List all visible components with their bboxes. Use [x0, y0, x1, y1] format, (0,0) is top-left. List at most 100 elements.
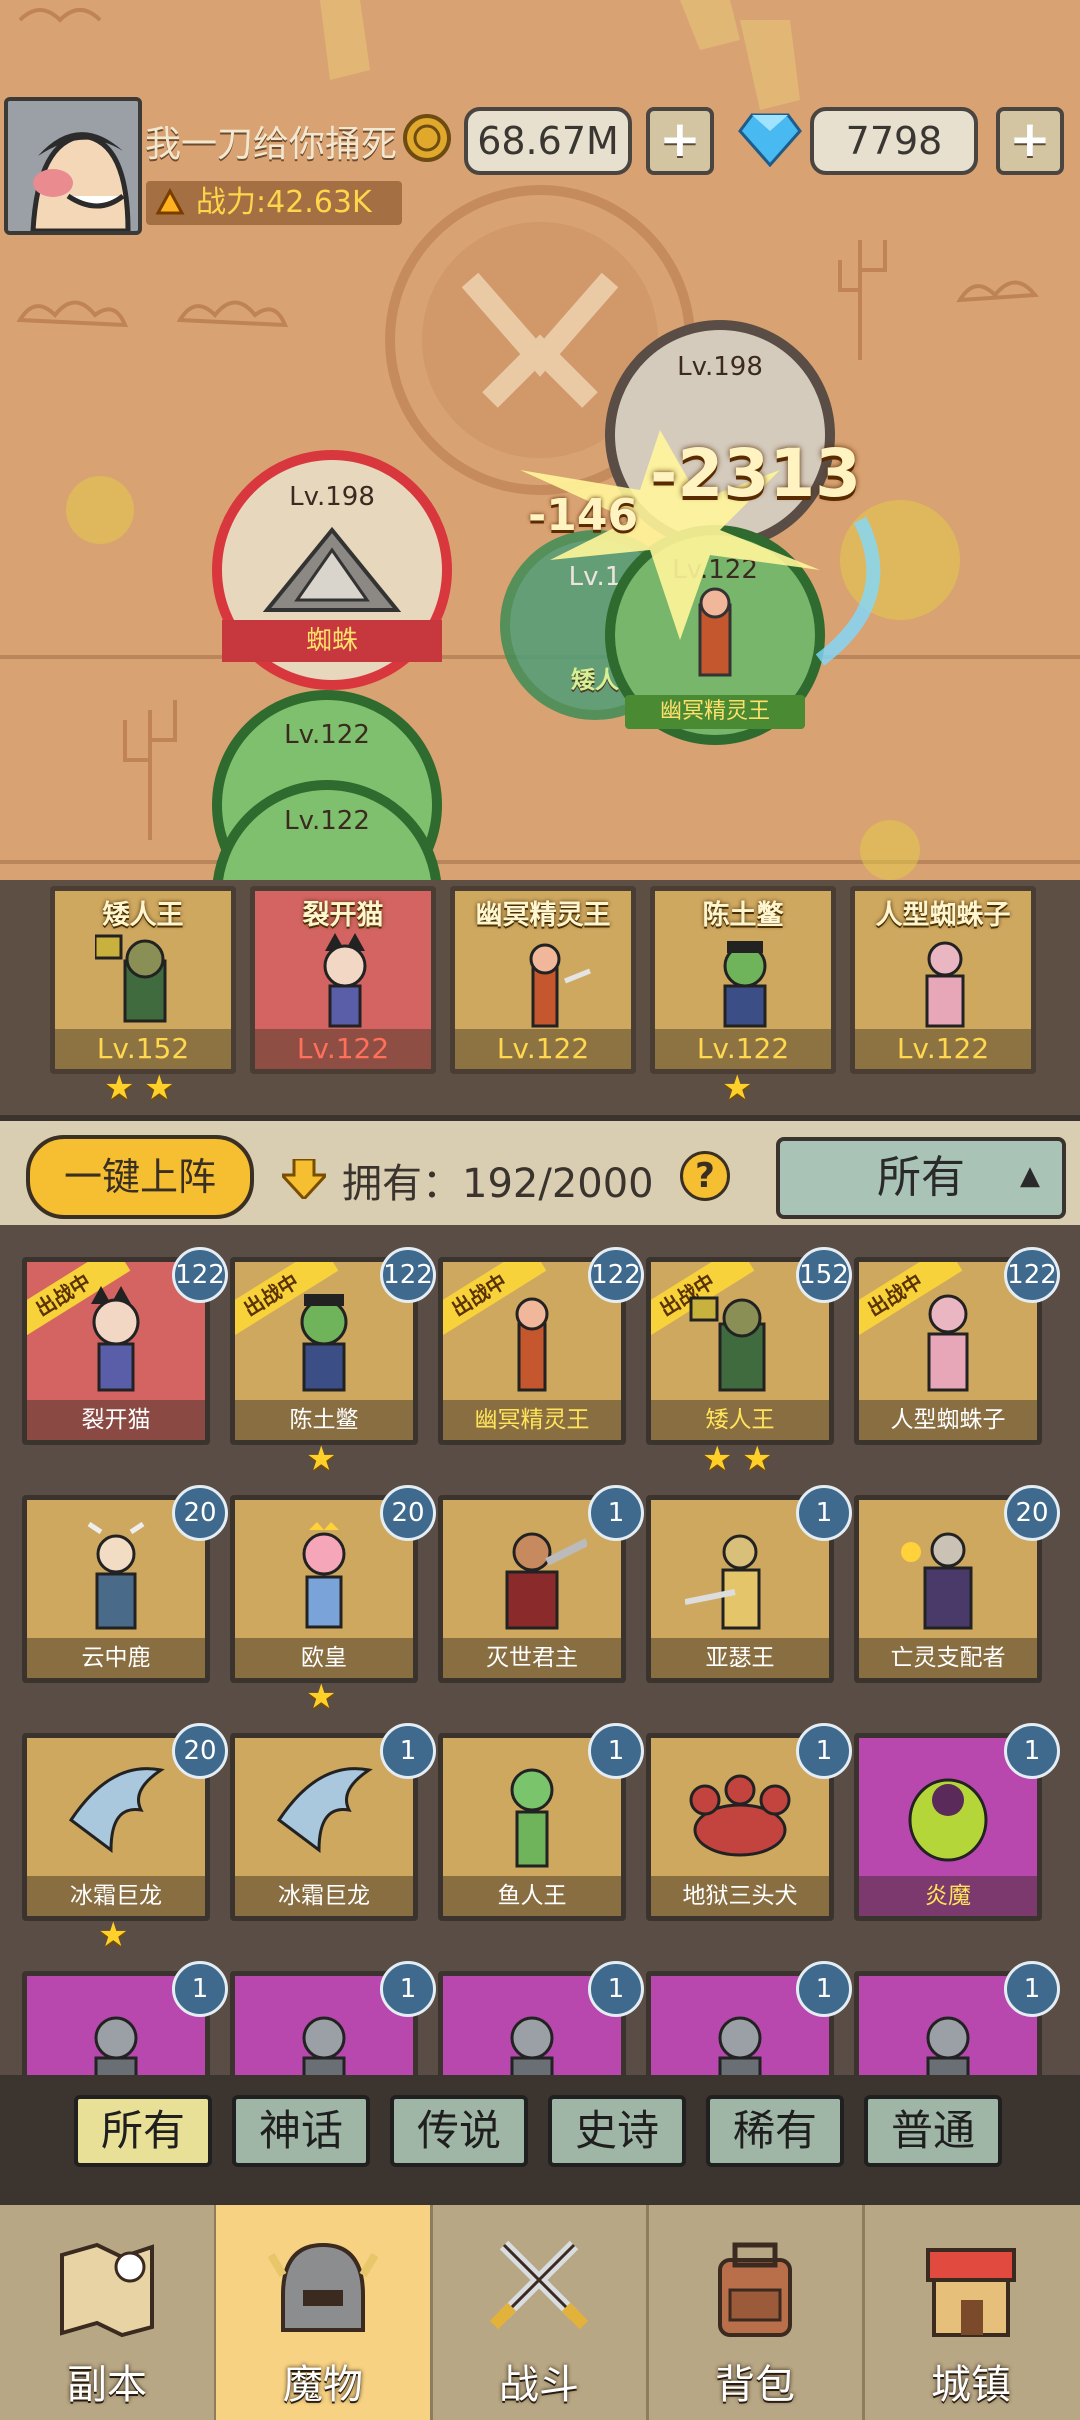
star-icon: ★: [144, 1068, 175, 1108]
team-slot[interactable]: 人型蜘蛛子 Lv.122: [850, 886, 1036, 1074]
nav-tab-dungeon[interactable]: 副本: [0, 2205, 217, 2420]
avatar[interactable]: [4, 97, 142, 235]
star-icon: ★: [306, 1439, 337, 1479]
star-icon: ★: [722, 1068, 753, 1108]
level-badge: 1: [796, 1485, 852, 1541]
team-lineup: 矮人王 Lv.152 裂开猫 Lv.122 幽冥精灵王 Lv.122 陈土鳖 L…: [0, 880, 1080, 1115]
level-badge: 152: [796, 1247, 852, 1303]
nav-tab-town[interactable]: 城镇: [864, 2205, 1078, 2420]
level-badge: 20: [172, 1485, 228, 1541]
team-slot[interactable]: 矮人王 Lv.152: [50, 886, 236, 1074]
level-badge: 20: [172, 1723, 228, 1779]
player-name: 我一刀给你捅死: [145, 124, 398, 165]
rarity-filter-bar: 所有 神话 传说 史诗 稀有 普通: [0, 2075, 1080, 2185]
level-badge: 20: [380, 1485, 436, 1541]
murloc-king-icon: [510, 1768, 554, 1868]
spider-icon: [262, 526, 402, 612]
crack-cat-icon: [91, 1286, 140, 1392]
add-gems-button[interactable]: +: [996, 107, 1064, 175]
cloud-deer-icon: [87, 1522, 145, 1630]
knight-icon: [94, 2016, 138, 2075]
knight-icon: [926, 2016, 970, 2075]
level-badge: 122: [380, 1247, 436, 1303]
crossed-swords-icon: [489, 2240, 589, 2330]
team-slot[interactable]: 陈土鳖 Lv.122: [650, 886, 836, 1074]
level-badge: 1: [796, 1723, 852, 1779]
team-slot[interactable]: 裂开猫 Lv.122: [250, 886, 436, 1074]
level-badge: 1: [1004, 1961, 1060, 2017]
level-badge: 122: [588, 1247, 644, 1303]
level-badge: 1: [1004, 1723, 1060, 1779]
filter-dropdown[interactable]: 所有 ▲: [776, 1137, 1066, 1219]
nav-tab-backpack[interactable]: 背包: [648, 2205, 865, 2420]
damage-number-small: -146: [528, 490, 639, 541]
level-badge: 122: [1004, 1247, 1060, 1303]
power-icon: [155, 187, 185, 215]
rarity-tab-rare[interactable]: 稀有: [706, 2095, 844, 2167]
balrog-icon: [908, 1778, 988, 1862]
damage-number: -2313: [650, 435, 862, 512]
frost-dragon-icon: [68, 1767, 165, 1853]
nav-tab-battle[interactable]: 战斗: [432, 2205, 649, 2420]
star-icon: ★: [104, 1068, 135, 1108]
nav-tab-monsters[interactable]: 魔物: [216, 2205, 433, 2420]
nether-elf-king-icon: [529, 943, 591, 1028]
star-icon: ★: [98, 1915, 129, 1955]
level-badge: 1: [588, 1961, 644, 2017]
star-icon: ★: [306, 1677, 337, 1717]
humanoid-spider-icon: [927, 1294, 969, 1392]
level-badge: 1: [588, 1485, 644, 1541]
lucky-emperor-icon: [302, 1522, 346, 1629]
owned-count: 拥有：192/2000: [342, 1161, 654, 1207]
help-icon[interactable]: ?: [680, 1151, 730, 1201]
level-badge: 1: [172, 1961, 228, 2017]
rarity-tab-epic[interactable]: 史诗: [548, 2095, 686, 2167]
rarity-tab-mythic[interactable]: 神话: [232, 2095, 370, 2167]
gem-amount: 7798: [810, 107, 978, 175]
star-icon: ★: [702, 1439, 733, 1479]
arrow-down-icon: [282, 1159, 326, 1199]
rarity-tab-all[interactable]: 所有: [74, 2095, 212, 2167]
player-avatar-icon: [8, 101, 138, 231]
helmet-icon: [268, 2242, 378, 2332]
rarity-tab-legendary[interactable]: 传说: [390, 2095, 528, 2167]
add-gold-button[interactable]: +: [646, 107, 714, 175]
monster-grid: 出战中 裂开猫 出战中 陈土鳖 出战中 幽冥精灵王 出战中 矮人王 出战中 人型…: [0, 1225, 1080, 2075]
chen-tubie-icon: [723, 941, 767, 1028]
level-badge: 122: [172, 1247, 228, 1303]
level-badge: 1: [588, 1723, 644, 1779]
auto-deploy-button[interactable]: 一键上阵: [26, 1135, 254, 1219]
gold-amount: 68.67M: [464, 107, 632, 175]
star-icon: ★: [742, 1439, 773, 1479]
level-badge: 1: [380, 1723, 436, 1779]
combat-power: 战力:42.63K: [146, 181, 402, 225]
level-badge: 20: [1004, 1485, 1060, 1541]
king-arthur-icon: [685, 1534, 761, 1630]
bottom-nav: 副本 魔物 战斗 背包 城镇: [0, 2185, 1080, 2420]
undead-ruler-icon: [901, 1532, 973, 1630]
knight-icon: [302, 2016, 346, 2075]
frost-dragon-icon: [276, 1767, 373, 1853]
team-slot[interactable]: 幽冥精灵王 Lv.122: [450, 886, 636, 1074]
dwarf-king-icon: [95, 934, 167, 1023]
knight-icon: [510, 2016, 554, 2075]
knight-icon: [718, 2016, 762, 2075]
shop-icon: [926, 2248, 1016, 2337]
map-icon: [60, 2242, 154, 2338]
cerberus-icon: [689, 1774, 791, 1857]
nether-elf-king-icon: [515, 1297, 549, 1392]
chen-tubie-icon: [300, 1294, 348, 1392]
diamond-icon: [738, 113, 802, 167]
top-bar: 我一刀给你捅死 战力:42.63K 68.67M + 7798 +: [0, 97, 1080, 237]
crack-cat-icon: [323, 933, 367, 1028]
world-destroyer-icon: [505, 1532, 587, 1630]
level-badge: 1: [796, 1961, 852, 2017]
hit-effect: [520, 430, 881, 666]
humanoid-spider-icon: [925, 941, 965, 1028]
chevron-up-icon: ▲: [1020, 1161, 1040, 1191]
rarity-tab-common[interactable]: 普通: [864, 2095, 1002, 2167]
collection-controls: 一键上阵 拥有：192/2000 ? 所有 ▲: [0, 1115, 1080, 1231]
level-badge: 1: [380, 1961, 436, 2017]
gold-coin-icon: [403, 114, 451, 162]
dwarf-king-icon: [689, 1296, 766, 1392]
